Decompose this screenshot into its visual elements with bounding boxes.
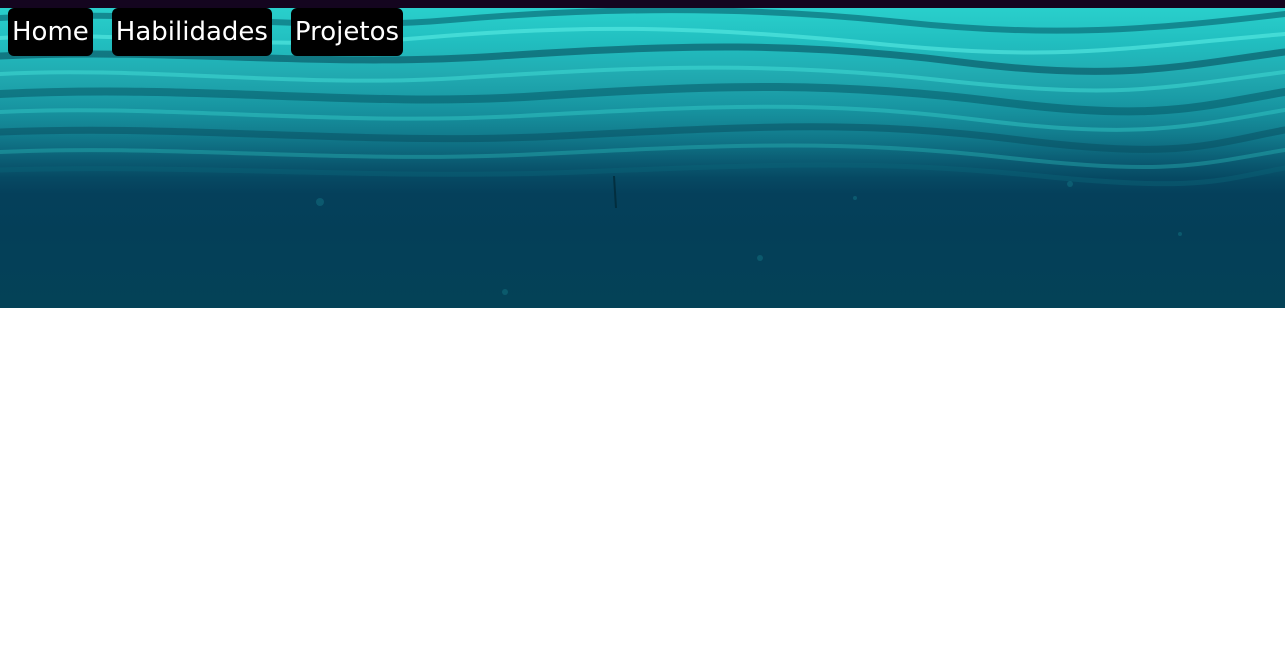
top-strip [0, 0, 1285, 8]
nav-projetos-button[interactable]: Projetos [290, 8, 404, 56]
page-content [0, 308, 1285, 653]
main-nav: Home Habilidades Projetos [8, 8, 404, 56]
nav-home-button[interactable]: Home [8, 8, 93, 56]
nav-habilidades-button[interactable]: Habilidades [111, 8, 272, 56]
